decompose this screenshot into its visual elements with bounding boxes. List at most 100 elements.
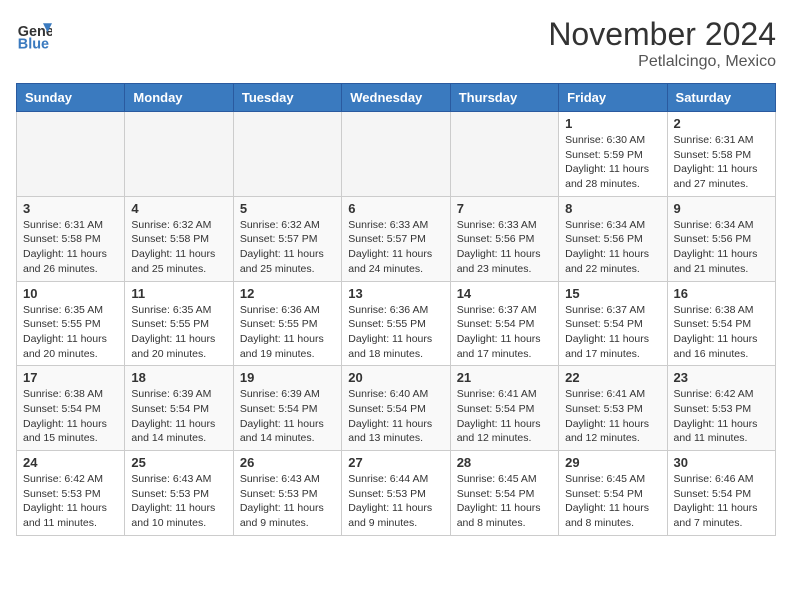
- calendar-cell: 18 Sunrise: 6:39 AMSunset: 5:54 PMDayligh…: [125, 366, 233, 451]
- day-info: Sunrise: 6:41 AMSunset: 5:53 PMDaylight:…: [565, 387, 660, 446]
- svg-text:Blue: Blue: [18, 36, 49, 52]
- calendar-week-row: 10 Sunrise: 6:35 AMSunset: 5:55 PMDayligh…: [17, 281, 776, 366]
- calendar-cell: 25Sunrise: 6:43 AMSunset: 5:53 PMDayligh…: [125, 451, 233, 536]
- calendar-cell: 28Sunrise: 6:45 AMSunset: 5:54 PMDayligh…: [450, 451, 558, 536]
- column-header-saturday: Saturday: [667, 84, 775, 112]
- day-number: 23: [674, 370, 769, 385]
- calendar-cell: 17 Sunrise: 6:38 AMSunset: 5:54 PMDayligh…: [17, 366, 125, 451]
- day-info: Sunrise: 6:45 AMSunset: 5:54 PMDaylight:…: [565, 472, 660, 531]
- calendar-cell: 21Sunrise: 6:41 AMSunset: 5:54 PMDayligh…: [450, 366, 558, 451]
- page-header: General Blue November 2024 Petlalcingo, …: [16, 16, 776, 71]
- day-info: Sunrise: 6:37 AMSunset: 5:54 PMDaylight:…: [565, 303, 660, 362]
- day-number: 1: [565, 116, 660, 131]
- day-info: Sunrise: 6:32 AMSunset: 5:57 PMDaylight:…: [240, 218, 335, 277]
- day-info: Sunrise: 6:46 AMSunset: 5:54 PMDaylight:…: [674, 472, 769, 531]
- day-number: 8: [565, 201, 660, 216]
- calendar-cell: 12Sunrise: 6:36 AMSunset: 5:55 PMDayligh…: [233, 281, 341, 366]
- day-number: 11: [131, 286, 226, 301]
- day-info: Sunrise: 6:36 AMSunset: 5:55 PMDaylight:…: [348, 303, 443, 362]
- calendar-cell: 7Sunrise: 6:33 AMSunset: 5:56 PMDaylight…: [450, 196, 558, 281]
- calendar-cell: 5 Sunrise: 6:32 AMSunset: 5:57 PMDaylight…: [233, 196, 341, 281]
- day-info: Sunrise: 6:34 AMSunset: 5:56 PMDaylight:…: [565, 218, 660, 277]
- day-info: Sunrise: 6:44 AMSunset: 5:53 PMDaylight:…: [348, 472, 443, 531]
- calendar-cell: 22 Sunrise: 6:41 AMSunset: 5:53 PMDayligh…: [559, 366, 667, 451]
- calendar-cell: 8 Sunrise: 6:34 AMSunset: 5:56 PMDaylight…: [559, 196, 667, 281]
- month-title: November 2024: [548, 16, 776, 53]
- day-info: Sunrise: 6:42 AMSunset: 5:53 PMDaylight:…: [674, 387, 769, 446]
- day-number: 19: [240, 370, 335, 385]
- day-number: 20: [348, 370, 443, 385]
- day-number: 6: [348, 201, 443, 216]
- day-number: 10: [23, 286, 118, 301]
- calendar-cell: 10Sunrise: 6:35 AMSunset: 5:55 PMDayligh…: [17, 281, 125, 366]
- day-info: Sunrise: 6:39 AMSunset: 5:54 PMDaylight:…: [240, 387, 335, 446]
- day-number: 9: [674, 201, 769, 216]
- calendar-cell: 27 Sunrise: 6:44 AMSunset: 5:53 PMDayligh…: [342, 451, 450, 536]
- calendar-week-row: 17 Sunrise: 6:38 AMSunset: 5:54 PMDayligh…: [17, 366, 776, 451]
- day-number: 4: [131, 201, 226, 216]
- day-number: 29: [565, 455, 660, 470]
- column-header-sunday: Sunday: [17, 84, 125, 112]
- day-info: Sunrise: 6:37 AMSunset: 5:54 PMDaylight:…: [457, 303, 552, 362]
- day-info: Sunrise: 6:38 AMSunset: 5:54 PMDaylight:…: [23, 387, 118, 446]
- day-info: Sunrise: 6:35 AMSunset: 5:55 PMDaylight:…: [131, 303, 226, 362]
- calendar-cell: [233, 112, 341, 197]
- calendar-cell: 23 Sunrise: 6:42 AMSunset: 5:53 PMDayligh…: [667, 366, 775, 451]
- calendar-cell: 16 Sunrise: 6:38 AMSunset: 5:54 PMDayligh…: [667, 281, 775, 366]
- day-number: 12: [240, 286, 335, 301]
- day-number: 28: [457, 455, 552, 470]
- calendar-cell: 13 Sunrise: 6:36 AMSunset: 5:55 PMDayligh…: [342, 281, 450, 366]
- calendar-week-row: 24 Sunrise: 6:42 AMSunset: 5:53 PMDayligh…: [17, 451, 776, 536]
- calendar-cell: 2 Sunrise: 6:31 AMSunset: 5:58 PMDaylight…: [667, 112, 775, 197]
- day-number: 22: [565, 370, 660, 385]
- day-info: Sunrise: 6:33 AMSunset: 5:57 PMDaylight:…: [348, 218, 443, 277]
- day-number: 18: [131, 370, 226, 385]
- day-number: 13: [348, 286, 443, 301]
- day-number: 27: [348, 455, 443, 470]
- calendar-week-row: 1 Sunrise: 6:30 AMSunset: 5:59 PMDaylight…: [17, 112, 776, 197]
- day-number: 15: [565, 286, 660, 301]
- day-number: 5: [240, 201, 335, 216]
- day-info: Sunrise: 6:38 AMSunset: 5:54 PMDaylight:…: [674, 303, 769, 362]
- calendar-cell: 30 Sunrise: 6:46 AMSunset: 5:54 PMDayligh…: [667, 451, 775, 536]
- day-info: Sunrise: 6:42 AMSunset: 5:53 PMDaylight:…: [23, 472, 118, 531]
- calendar-cell: [342, 112, 450, 197]
- day-number: 16: [674, 286, 769, 301]
- day-number: 2: [674, 116, 769, 131]
- calendar-table: SundayMondayTuesdayWednesdayThursdayFrid…: [16, 83, 776, 536]
- day-info: Sunrise: 6:41 AMSunset: 5:54 PMDaylight:…: [457, 387, 552, 446]
- calendar-cell: 14 Sunrise: 6:37 AMSunset: 5:54 PMDayligh…: [450, 281, 558, 366]
- column-header-thursday: Thursday: [450, 84, 558, 112]
- column-header-monday: Monday: [125, 84, 233, 112]
- calendar-cell: 29 Sunrise: 6:45 AMSunset: 5:54 PMDayligh…: [559, 451, 667, 536]
- calendar-cell: [125, 112, 233, 197]
- title-block: November 2024 Petlalcingo, Mexico: [548, 16, 776, 71]
- day-info: Sunrise: 6:31 AMSunset: 5:58 PMDaylight:…: [23, 218, 118, 277]
- location: Petlalcingo, Mexico: [548, 53, 776, 71]
- calendar-cell: 24 Sunrise: 6:42 AMSunset: 5:53 PMDayligh…: [17, 451, 125, 536]
- calendar-cell: 20 Sunrise: 6:40 AMSunset: 5:54 PMDayligh…: [342, 366, 450, 451]
- day-info: Sunrise: 6:40 AMSunset: 5:54 PMDaylight:…: [348, 387, 443, 446]
- column-header-wednesday: Wednesday: [342, 84, 450, 112]
- calendar-cell: [450, 112, 558, 197]
- day-info: Sunrise: 6:39 AMSunset: 5:54 PMDaylight:…: [131, 387, 226, 446]
- day-info: Sunrise: 6:30 AMSunset: 5:59 PMDaylight:…: [565, 133, 660, 192]
- calendar-cell: 15 Sunrise: 6:37 AMSunset: 5:54 PMDayligh…: [559, 281, 667, 366]
- calendar-cell: 6 Sunrise: 6:33 AMSunset: 5:57 PMDaylight…: [342, 196, 450, 281]
- day-info: Sunrise: 6:43 AMSunset: 5:53 PMDaylight:…: [240, 472, 335, 531]
- column-header-friday: Friday: [559, 84, 667, 112]
- day-number: 14: [457, 286, 552, 301]
- day-number: 26: [240, 455, 335, 470]
- day-info: Sunrise: 6:43 AMSunset: 5:53 PMDaylight:…: [131, 472, 226, 531]
- column-header-tuesday: Tuesday: [233, 84, 341, 112]
- calendar-header-row: SundayMondayTuesdayWednesdayThursdayFrid…: [17, 84, 776, 112]
- day-number: 3: [23, 201, 118, 216]
- day-info: Sunrise: 6:34 AMSunset: 5:56 PMDaylight:…: [674, 218, 769, 277]
- day-info: Sunrise: 6:31 AMSunset: 5:58 PMDaylight:…: [674, 133, 769, 192]
- day-number: 17: [23, 370, 118, 385]
- logo: General Blue: [16, 16, 52, 52]
- logo-icon: General Blue: [16, 16, 52, 52]
- calendar-cell: 4Sunrise: 6:32 AMSunset: 5:58 PMDaylight…: [125, 196, 233, 281]
- day-number: 30: [674, 455, 769, 470]
- day-number: 24: [23, 455, 118, 470]
